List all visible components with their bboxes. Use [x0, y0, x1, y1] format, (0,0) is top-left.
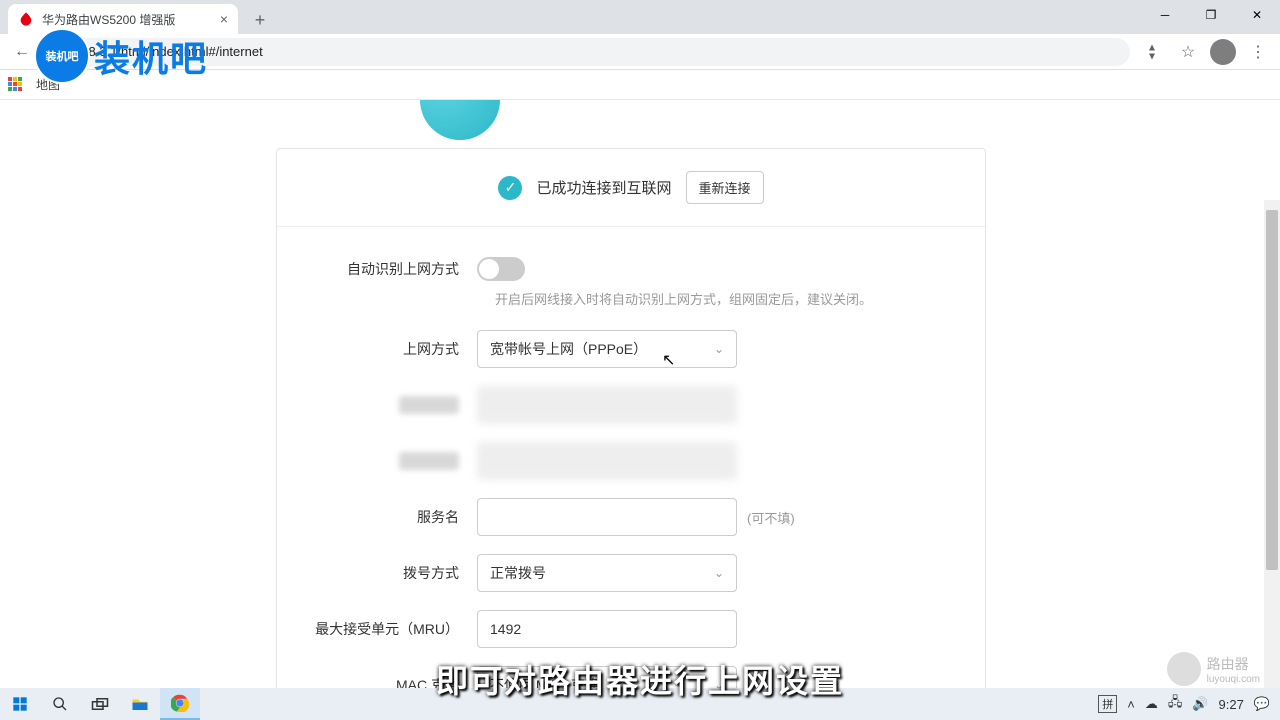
auto-detect-label: 自动识别上网方式 — [277, 259, 477, 279]
network-icon[interactable]: 🖧 — [1168, 693, 1183, 715]
back-button[interactable]: ← — [8, 38, 36, 66]
vertical-scrollbar-thumb[interactable] — [1266, 210, 1278, 570]
translate-icon[interactable] — [1138, 38, 1166, 66]
bookmark-star-icon[interactable]: ☆ — [1174, 38, 1202, 66]
blurred-account-label — [399, 396, 459, 414]
logo-circle-icon: 装机吧 — [34, 28, 90, 84]
auto-detect-note: 开启后网线接入时将自动识别上网方式，组网固定后，建议关闭。 — [495, 289, 985, 308]
service-input[interactable] — [477, 498, 737, 536]
bottom-right-watermark: 路由器 luyouqi.com — [1167, 652, 1260, 686]
subtitle-caption: 即可对路由器进行上网设置 — [436, 656, 844, 702]
window-minimize-button[interactable]: ─ — [1142, 0, 1188, 30]
conn-type-value: 宽带帐号上网（PPPoE） — [490, 339, 647, 359]
window-maximize-button[interactable]: ❐ — [1188, 0, 1234, 30]
dial-label: 拨号方式 — [277, 563, 477, 583]
mru-label: 最大接受单元（MRU） — [277, 619, 477, 639]
mru-input[interactable]: 1492 — [477, 610, 737, 648]
clock[interactable]: 9:27 — [1219, 697, 1244, 712]
dial-select[interactable]: 正常拨号 ⌄ — [477, 554, 737, 592]
blurred-password-label — [399, 452, 459, 470]
watermark-circle-icon — [1167, 652, 1201, 686]
profile-avatar[interactable] — [1210, 39, 1236, 65]
service-label: 服务名 — [277, 507, 477, 527]
check-icon: ✓ — [498, 176, 522, 200]
settings-card: ✓ 已成功连接到互联网 重新连接 自动识别上网方式 开启后网线接入时将自动识别上… — [276, 148, 986, 720]
connection-status-row: ✓ 已成功连接到互联网 重新连接 — [277, 149, 985, 227]
conn-type-label: 上网方式 — [277, 339, 477, 359]
ime-indicator[interactable]: 拼 — [1098, 695, 1117, 713]
notifications-icon[interactable]: 💬 — [1254, 696, 1270, 712]
dial-value: 正常拨号 — [490, 563, 546, 583]
start-button[interactable] — [0, 688, 40, 720]
page-content: ✓ 已成功连接到互联网 重新连接 自动识别上网方式 开启后网线接入时将自动识别上… — [0, 100, 1280, 720]
task-view-button[interactable] — [80, 688, 120, 720]
huawei-favicon-icon — [18, 11, 34, 27]
menu-icon[interactable]: ⋮ — [1244, 38, 1272, 66]
volume-icon[interactable]: 🔊 — [1192, 696, 1208, 712]
watermark-text: 路由器 — [1207, 654, 1260, 674]
auto-detect-toggle[interactable] — [477, 257, 525, 281]
conn-type-select[interactable]: 宽带帐号上网（PPPoE） ⌄ — [477, 330, 737, 368]
logo-text: 装机吧 — [94, 30, 208, 82]
new-tab-button[interactable]: + — [246, 6, 274, 34]
tab-title: 华为路由WS5200 增强版 — [42, 11, 175, 28]
reconnect-button[interactable]: 重新连接 — [686, 171, 764, 204]
apps-icon[interactable] — [8, 77, 24, 93]
blurred-account-field[interactable] — [477, 386, 737, 424]
onedrive-icon[interactable]: ☁ — [1145, 696, 1158, 712]
service-hint: (可不填) — [747, 508, 795, 527]
chevron-down-icon: ⌄ — [714, 342, 724, 356]
window-close-button[interactable]: ✕ — [1234, 0, 1280, 30]
tab-close-icon[interactable]: × — [220, 11, 228, 27]
watermark-sub: luyouqi.com — [1207, 674, 1260, 685]
status-text: 已成功连接到互联网 — [536, 177, 671, 198]
chrome-button[interactable] — [160, 688, 200, 720]
chevron-down-icon: ⌄ — [714, 566, 724, 580]
tray-chevron-icon[interactable]: ˄ — [1127, 697, 1135, 712]
internet-settings-form: 自动识别上网方式 开启后网线接入时将自动识别上网方式，组网固定后，建议关闭。 上… — [277, 227, 985, 720]
search-button[interactable] — [40, 688, 80, 720]
blurred-password-field[interactable] — [477, 442, 737, 480]
globe-icon — [420, 100, 500, 140]
file-explorer-button[interactable] — [120, 688, 160, 720]
watermark-logo: 装机吧 装机吧 — [34, 28, 208, 84]
